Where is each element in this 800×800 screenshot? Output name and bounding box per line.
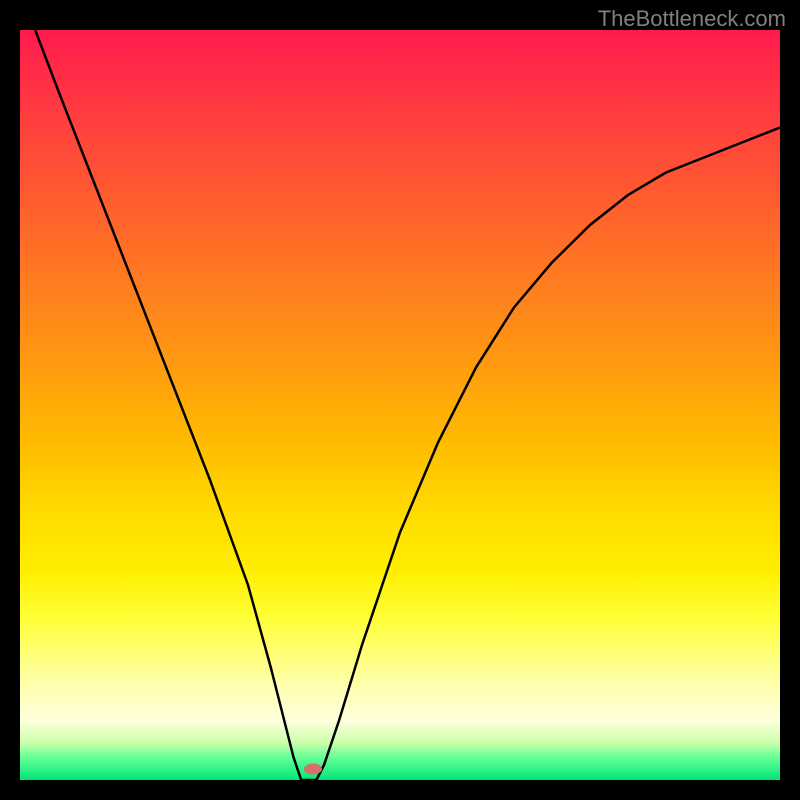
bottleneck-curve xyxy=(20,30,780,780)
minimum-marker xyxy=(304,763,322,774)
chart-plot-area xyxy=(20,30,780,780)
watermark-text: TheBottleneck.com xyxy=(598,6,786,32)
